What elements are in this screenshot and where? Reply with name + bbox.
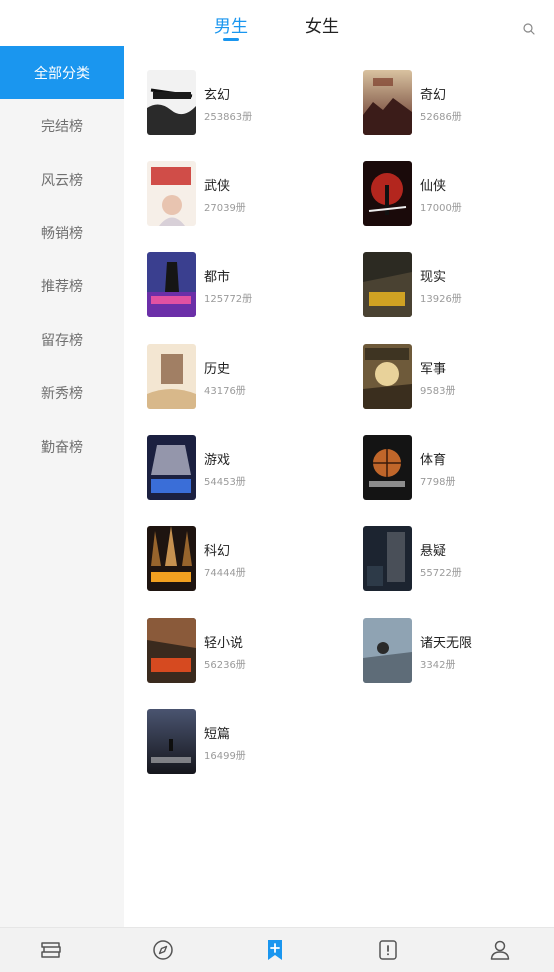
book-cover <box>363 435 412 500</box>
category-item[interactable]: 游戏 54453册 <box>147 435 347 503</box>
category-name: 悬疑 <box>420 544 447 559</box>
category-item[interactable]: 历史 43176册 <box>147 344 347 412</box>
category-item[interactable]: 诸天无限 3342册 <box>363 618 554 686</box>
bookmark-plus-icon[interactable] <box>262 937 288 963</box>
notice-icon[interactable] <box>375 937 401 963</box>
top-bar: 男生 女生 <box>0 0 554 46</box>
sidebar-item-bestseller[interactable]: 畅销榜 <box>0 206 124 259</box>
active-tab-indicator <box>223 38 239 41</box>
sidebar-item-completed[interactable]: 完结榜 <box>0 99 124 152</box>
category-count: 54453册 <box>204 477 246 488</box>
category-name: 游戏 <box>204 453 231 468</box>
tab-male[interactable]: 男生 <box>214 12 248 37</box>
category-item[interactable]: 体育 7798册 <box>363 435 554 503</box>
bookshelf-icon[interactable] <box>38 937 64 963</box>
category-name: 体育 <box>420 453 447 468</box>
category-name: 短篇 <box>204 727 231 742</box>
book-cover <box>363 526 412 591</box>
category-name: 轻小说 <box>204 636 244 651</box>
search-icon[interactable] <box>522 21 536 35</box>
category-name: 武侠 <box>204 179 231 194</box>
category-item[interactable]: 科幻 74444册 <box>147 526 347 594</box>
category-count: 17000册 <box>420 203 462 214</box>
ranking-sidebar: 全部分类 完结榜 风云榜 畅销榜 推荐榜 留存榜 新秀榜 勤奋榜 <box>0 46 124 927</box>
sidebar-item-all-categories[interactable]: 全部分类 <box>0 46 124 99</box>
sidebar-item-trending[interactable]: 风云榜 <box>0 153 124 206</box>
tab-female[interactable]: 女生 <box>305 12 339 37</box>
category-item[interactable]: 军事 9583册 <box>363 344 554 412</box>
sidebar-item-retention[interactable]: 留存榜 <box>0 313 124 366</box>
category-name: 仙侠 <box>420 179 447 194</box>
category-item[interactable]: 轻小说 56236册 <box>147 618 347 686</box>
category-item[interactable]: 都市 125772册 <box>147 252 347 320</box>
book-cover <box>363 252 412 317</box>
category-count: 7798册 <box>420 477 456 488</box>
category-item[interactable]: 仙侠 17000册 <box>363 161 554 229</box>
category-count: 52686册 <box>420 112 462 123</box>
book-cover <box>147 618 196 683</box>
book-cover <box>147 526 196 591</box>
sidebar-item-newcomer[interactable]: 新秀榜 <box>0 366 124 419</box>
category-count: 125772册 <box>204 294 253 305</box>
user-icon[interactable] <box>487 937 513 963</box>
sidebar-item-recommended[interactable]: 推荐榜 <box>0 259 124 312</box>
book-cover <box>147 435 196 500</box>
category-count: 13926册 <box>420 294 462 305</box>
category-item[interactable]: 悬疑 55722册 <box>363 526 554 594</box>
category-name: 奇幻 <box>420 88 447 103</box>
category-name: 历史 <box>204 362 231 377</box>
compass-icon[interactable] <box>150 937 176 963</box>
category-item[interactable]: 武侠 27039册 <box>147 161 347 229</box>
category-count: 27039册 <box>204 203 246 214</box>
category-name: 诸天无限 <box>420 636 473 651</box>
book-cover <box>147 161 196 226</box>
category-count: 55722册 <box>420 568 462 579</box>
book-cover <box>363 161 412 226</box>
category-count: 3342册 <box>420 660 456 671</box>
category-count: 43176册 <box>204 386 246 397</box>
category-name: 玄幻 <box>204 88 231 103</box>
book-cover <box>147 70 196 135</box>
bottom-navigation <box>0 927 554 972</box>
category-item[interactable]: 玄幻 253863册 <box>147 70 347 138</box>
book-cover <box>363 618 412 683</box>
category-item[interactable]: 短篇 16499册 <box>147 709 347 777</box>
book-cover <box>147 709 196 774</box>
category-name: 科幻 <box>204 544 231 559</box>
category-name: 军事 <box>420 362 447 377</box>
category-name: 现实 <box>420 270 447 285</box>
sidebar-item-diligent[interactable]: 勤奋榜 <box>0 420 124 473</box>
book-cover <box>363 70 412 135</box>
category-count: 16499册 <box>204 751 246 762</box>
category-count: 253863册 <box>204 112 253 123</box>
category-item[interactable]: 奇幻 52686册 <box>363 70 554 138</box>
category-item[interactable]: 现实 13926册 <box>363 252 554 320</box>
category-count: 56236册 <box>204 660 246 671</box>
category-grid: 玄幻 253863册 奇幻 52686册 武侠 27039册 仙侠 17000册… <box>124 46 554 927</box>
category-count: 74444册 <box>204 568 246 579</box>
book-cover <box>147 252 196 317</box>
category-name: 都市 <box>204 270 231 285</box>
book-cover <box>363 344 412 409</box>
book-cover <box>147 344 196 409</box>
category-count: 9583册 <box>420 386 456 397</box>
